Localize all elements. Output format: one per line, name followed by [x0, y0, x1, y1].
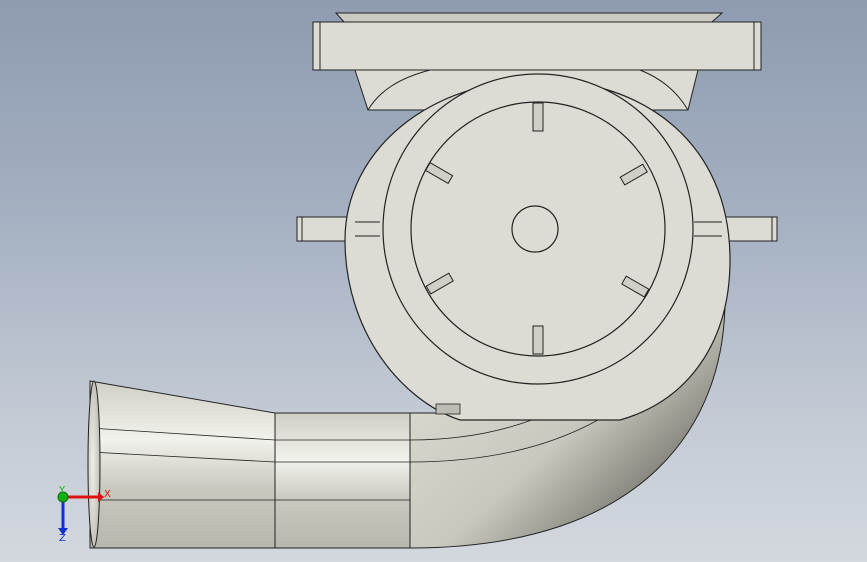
- y-axis-label: Y: [58, 485, 66, 496]
- x-axis-label: X: [104, 489, 111, 500]
- graphics-viewport[interactable]: X Y Z: [0, 0, 867, 562]
- top-flange[interactable]: [312, 12, 762, 71]
- straight-pipe-section[interactable]: [274, 412, 411, 549]
- model-canvas[interactable]: X Y Z: [0, 0, 867, 562]
- shaft-hub[interactable]: [511, 205, 559, 253]
- z-axis-label: Z: [59, 533, 66, 544]
- diffuser-cone[interactable]: [87, 380, 276, 549]
